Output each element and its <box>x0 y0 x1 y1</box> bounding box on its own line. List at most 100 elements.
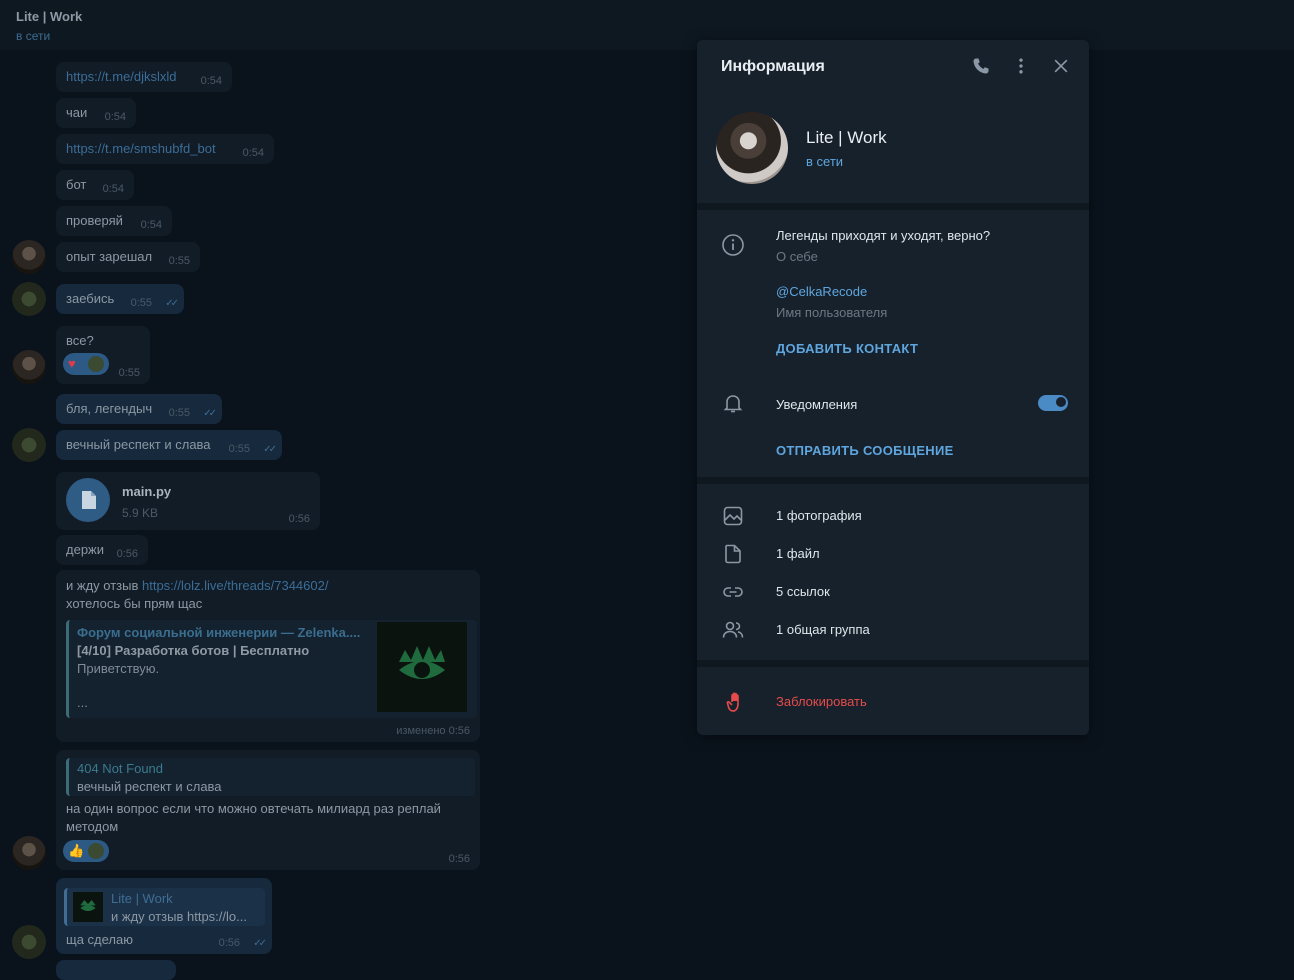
photo-icon <box>721 504 745 528</box>
message-bubble-outgoing[interactable] <box>56 960 176 980</box>
message-time: 0:55 <box>130 297 152 309</box>
preview-title: [4/10] Разработка ботов | Бесплатно <box>77 643 310 658</box>
preview-image <box>377 622 467 712</box>
reply-author: Lite | Work <box>111 891 173 906</box>
link-icon <box>721 580 745 604</box>
message-link[interactable]: https://t.me/djkslxld <box>66 69 177 84</box>
group-icon <box>721 618 745 642</box>
message-bubble-outgoing[interactable]: бля, легендыч 0:55 ✓✓ <box>56 394 222 424</box>
chat-header[interactable]: Lite | Work в сети <box>0 0 1294 50</box>
message-text: проверяй <box>66 213 123 228</box>
media-links[interactable]: 5 ссылок <box>776 584 830 599</box>
reply-author: 404 Not Found <box>77 761 164 776</box>
file-icon <box>721 542 745 566</box>
message-time: 0:56 <box>448 853 470 865</box>
message-time: 0:55 <box>168 407 190 419</box>
message-link[interactable]: https://t.me/smshubfd_bot <box>66 141 216 156</box>
message-text: на один вопрос если что можно овтечать м… <box>66 801 441 834</box>
message-time: изменено 0:56 <box>396 725 470 737</box>
reaction-heart[interactable]: ♥ <box>63 353 109 375</box>
reply-message[interactable]: 404 Not Found вечный респект и слава на … <box>56 750 480 870</box>
message-bubble-outgoing[interactable]: заебись 0:55 ✓✓ <box>56 284 184 314</box>
message-bubble[interactable]: опыт зарешал 0:55 <box>56 242 200 272</box>
close-icon[interactable] <box>1049 56 1073 80</box>
username-value[interactable]: @CelkaRecode <box>776 284 867 299</box>
message-text: бля, легендыч <box>66 401 153 416</box>
message-bubble[interactable]: держи 0:56 <box>56 535 148 565</box>
send-message-button[interactable]: ОТПРАВИТЬ СООБЩЕНИЕ <box>776 443 954 458</box>
file-size: 5.9 KB <box>122 506 159 520</box>
message-time: 0:54 <box>242 147 264 159</box>
info-icon <box>721 233 745 257</box>
message-time: 0:54 <box>104 111 126 123</box>
message-time: 0:54 <box>140 219 162 231</box>
block-user-button[interactable]: Заблокировать <box>776 694 867 709</box>
message-time: 0:54 <box>200 75 222 87</box>
file-name: main.py <box>122 484 172 499</box>
message-bubble-outgoing[interactable]: вечный респект и слава 0:55 ✓✓ <box>56 430 282 460</box>
reply-text: и жду отзыв https://lo... <box>111 909 247 924</box>
chat-status: в сети <box>16 29 51 43</box>
block-hand-icon <box>721 690 745 714</box>
reply-quote[interactable]: 404 Not Found вечный респект и слава <box>66 758 475 796</box>
bell-icon <box>721 391 745 415</box>
profile-status: в сети <box>806 154 844 169</box>
reactor-avatar <box>88 843 104 859</box>
message-bubble[interactable]: https://t.me/djkslxld 0:54 <box>56 62 232 92</box>
sender-avatar[interactable] <box>12 350 46 384</box>
notifications-toggle[interactable] <box>1038 395 1068 411</box>
read-checks-icon: ✓✓ <box>203 408 217 419</box>
message-text: ща сделаю <box>66 932 133 947</box>
sender-avatar[interactable] <box>12 428 46 462</box>
profile-avatar[interactable] <box>716 112 788 184</box>
reply-thumbnail <box>73 892 103 922</box>
message-bubble[interactable]: чаи 0:54 <box>56 98 136 128</box>
chat-title: Lite | Work <box>16 9 83 24</box>
sender-avatar[interactable] <box>12 282 46 316</box>
add-contact-button[interactable]: ДОБАВИТЬ КОНТАКТ <box>776 341 918 356</box>
reaction-thumbs[interactable]: 👍 <box>63 840 109 862</box>
file-message[interactable]: main.py 5.9 KB 0:56 <box>56 472 320 530</box>
message-bubble[interactable]: бот 0:54 <box>56 170 134 200</box>
document-icon <box>82 491 96 509</box>
call-icon[interactable] <box>969 56 993 80</box>
link-preview-message[interactable]: и жду отзыв https://lolz.live/threads/73… <box>56 570 480 742</box>
sender-avatar[interactable] <box>12 925 46 959</box>
media-files[interactable]: 1 файл <box>776 546 820 561</box>
message-bubble[interactable]: проверяй 0:54 <box>56 206 172 236</box>
user-info-panel: Информация Lite | Work в сети Легенды пр… <box>697 40 1089 735</box>
message-text: бот <box>66 177 87 192</box>
media-groups[interactable]: 1 общая группа <box>776 622 870 637</box>
message-time: 0:56 <box>116 548 138 560</box>
section-divider <box>697 477 1089 484</box>
bio-text: Легенды приходят и уходят, верно? <box>776 228 991 243</box>
eye-logo-icon <box>80 900 96 911</box>
preview-ellipsis: ... <box>77 695 88 710</box>
reply-text: вечный респект и слава <box>77 779 222 794</box>
message-bubble[interactable]: https://t.me/smshubfd_bot 0:54 <box>56 134 274 164</box>
reply-message-outgoing[interactable]: Lite | Work и жду отзыв https://lo... ща… <box>56 878 272 954</box>
message-text: чаи <box>66 105 88 120</box>
read-checks-icon: ✓✓ <box>253 938 267 949</box>
message-text: и жду отзыв <box>66 578 142 593</box>
file-download-button[interactable] <box>66 478 110 522</box>
message-time: 0:54 <box>102 183 124 195</box>
sender-avatar[interactable] <box>12 836 46 870</box>
message-time: 0:56 <box>218 937 240 949</box>
link-preview-card[interactable]: Форум социальной инженерии — Zelenka....… <box>66 620 477 718</box>
notifications-label: Уведомления <box>776 397 858 412</box>
media-photos[interactable]: 1 фотография <box>776 508 862 523</box>
message-text: все? <box>66 333 94 348</box>
reply-quote[interactable]: Lite | Work и жду отзыв https://lo... <box>64 888 265 926</box>
message-bubble[interactable]: все? ♥ 0:55 <box>56 326 150 384</box>
message-text: заебись <box>66 291 115 306</box>
message-link[interactable]: https://lolz.live/threads/7344602/ <box>142 578 328 593</box>
profile-name: Lite | Work <box>806 128 887 147</box>
message-time: 0:55 <box>118 367 140 379</box>
read-checks-icon: ✓✓ <box>165 298 179 309</box>
more-options-icon[interactable] <box>1009 56 1033 80</box>
bio-label: О себе <box>776 249 818 264</box>
message-time: 0:56 <box>288 513 310 525</box>
sender-avatar[interactable] <box>12 240 46 274</box>
section-divider <box>697 660 1089 667</box>
